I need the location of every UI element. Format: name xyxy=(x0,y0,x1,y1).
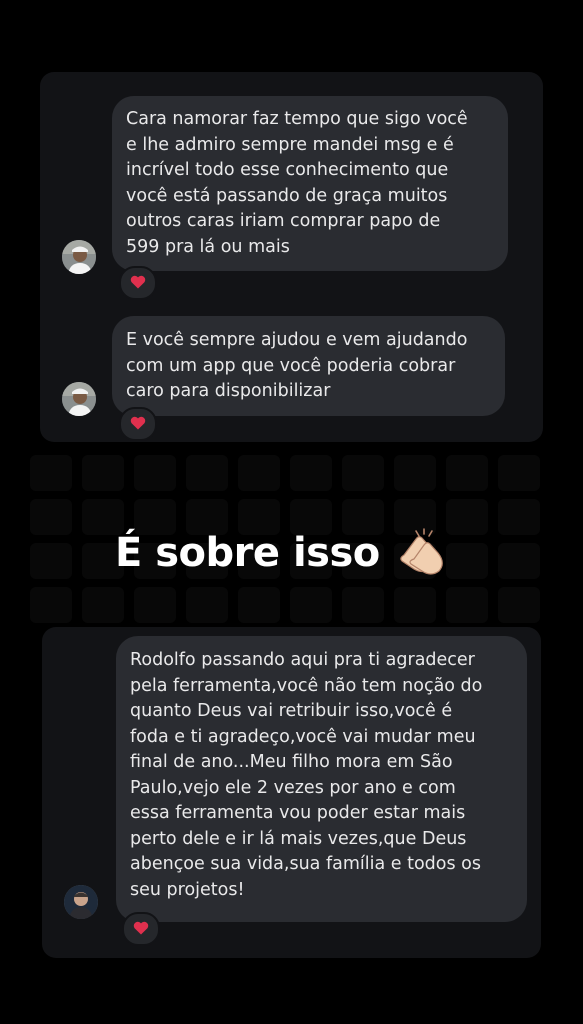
message-bubble[interactable]: Cara namorar faz tempo que sigo você e l… xyxy=(112,96,508,271)
message-bubble[interactable]: E você sempre ajudou e vem ajudando com … xyxy=(112,316,505,416)
sender-avatar xyxy=(62,240,96,274)
calendar-cell xyxy=(82,455,124,491)
calendar-cell xyxy=(186,455,228,491)
calendar-cell xyxy=(30,499,72,535)
dm-screenshot-card-2: Rodolfo passando aqui pra ti agradecer p… xyxy=(42,627,541,958)
calendar-cell xyxy=(134,455,176,491)
calendar-cell xyxy=(394,455,436,491)
calendar-cell xyxy=(498,455,540,491)
calendar-cell xyxy=(446,499,488,535)
calendar-cell xyxy=(82,587,124,623)
dm-screenshot-card-1: Cara namorar faz tempo que sigo você e l… xyxy=(40,72,543,442)
calendar-cell xyxy=(30,543,72,579)
calendar-cell xyxy=(446,543,488,579)
calendar-cell xyxy=(498,543,540,579)
calendar-cell xyxy=(342,587,384,623)
sender-avatar xyxy=(64,885,98,919)
heart-icon xyxy=(130,415,146,434)
caption-text: É sobre isso xyxy=(115,530,380,576)
clapping-hands-icon xyxy=(394,525,450,581)
calendar-cell xyxy=(498,587,540,623)
calendar-cell xyxy=(290,455,332,491)
calendar-cell xyxy=(446,587,488,623)
calendar-cell xyxy=(290,587,332,623)
calendar-cell xyxy=(342,455,384,491)
reaction-badge[interactable] xyxy=(119,266,157,300)
calendar-cell xyxy=(446,455,488,491)
calendar-cell xyxy=(238,587,280,623)
calendar-cell xyxy=(134,587,176,623)
calendar-cell xyxy=(238,455,280,491)
calendar-cell xyxy=(186,587,228,623)
calendar-cell xyxy=(30,455,72,491)
reaction-badge[interactable] xyxy=(122,912,160,946)
calendar-cell xyxy=(394,587,436,623)
calendar-cell xyxy=(30,587,72,623)
heart-icon xyxy=(133,920,149,939)
heart-icon xyxy=(130,274,146,293)
sender-avatar xyxy=(62,382,96,416)
reaction-badge[interactable] xyxy=(119,407,157,441)
calendar-cell xyxy=(498,499,540,535)
story-caption: É sobre isso xyxy=(115,523,450,583)
message-bubble[interactable]: Rodolfo passando aqui pra ti agradecer p… xyxy=(116,636,527,922)
